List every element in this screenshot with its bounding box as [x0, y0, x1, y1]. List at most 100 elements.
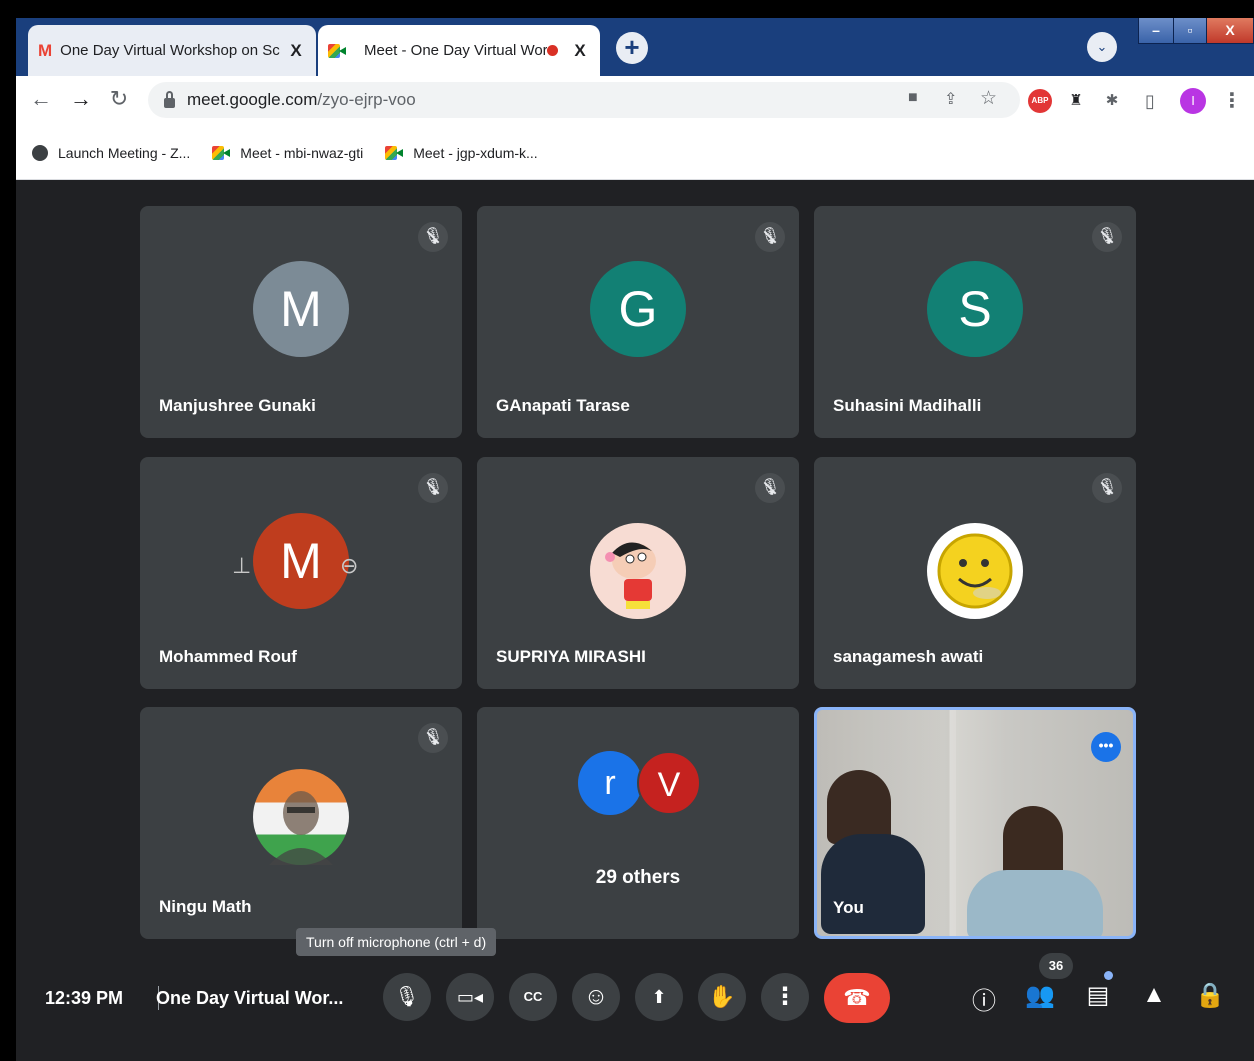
title-bar: M One Day Virtual Workshop on Sc X Meet … — [16, 18, 1254, 76]
avatar: V — [637, 751, 701, 815]
participant-name: Mohammed Rouf — [159, 647, 297, 666]
microphone-button[interactable]: 🎙 — [383, 973, 431, 1021]
tab-close-button[interactable]: X — [286, 41, 306, 61]
avatar — [253, 769, 349, 865]
participant-name: Suhasini Madihalli — [833, 396, 982, 415]
participant-name: sanagamesh awati — [833, 647, 984, 666]
avatar: M — [253, 261, 349, 357]
chat-notification-dot — [1104, 971, 1113, 980]
bookmark-item[interactable]: Launch Meeting - Z... — [32, 144, 190, 161]
mic-off-icon: 🎙 — [1092, 473, 1122, 503]
info-icon[interactable]: ⓘ — [966, 981, 1002, 1016]
avatar: r — [578, 751, 642, 815]
meet-icon — [328, 43, 346, 58]
participant-tile[interactable]: 🎙 SUPRIYA MIRASHI — [477, 457, 799, 689]
address-bar[interactable]: meet.google.com/zyo-ejrp-voo ■ ⇪ ☆ — [148, 82, 1020, 118]
meeting-title: One Day Virtual Wor... — [156, 988, 344, 1008]
video-person — [1003, 806, 1063, 878]
video-person — [827, 770, 891, 844]
present-screen-button[interactable]: ⬆ — [635, 973, 683, 1021]
url-text: meet.google.com/zyo-ejrp-voo — [187, 90, 416, 109]
camera-icon[interactable]: ■ — [908, 89, 918, 107]
participant-tile[interactable]: 🎙 Ningu Math — [140, 707, 462, 939]
tab-meet[interactable]: Meet - One Day Virtual Worl X — [318, 25, 600, 76]
puzzle-icon[interactable]: ✱ — [1100, 89, 1124, 113]
tooltip: Turn off microphone (ctrl + d) — [296, 928, 497, 956]
mic-off-icon: 🎙 — [755, 473, 785, 503]
minimize-button[interactable]: – — [1138, 18, 1174, 44]
profile-photo-icon — [269, 791, 333, 865]
meeting-time: 12:39 PM — [45, 988, 124, 1008]
cartoon-avatar-icon — [605, 542, 656, 609]
gmail-icon: M — [38, 40, 53, 60]
mic-off-icon: 🎙 — [1092, 222, 1122, 252]
captions-button[interactable]: CC — [509, 973, 557, 1021]
self-video-tile[interactable]: ••• You — [814, 707, 1136, 939]
others-count: 29 others — [595, 867, 681, 888]
participant-tile[interactable]: 🎙 M ⊥ ⊖ Mohammed Rouf — [140, 457, 462, 689]
more-options-icon[interactable]: ••• — [1091, 732, 1121, 762]
menu-icon[interactable]: ⋮ — [1222, 88, 1242, 113]
meet-icon — [212, 145, 231, 160]
participant-tile[interactable]: 🎙 sanagamesh awati — [814, 457, 1136, 689]
bookmarks-bar: Launch Meeting - Z... Meet - mbi-nwaz-gt… — [16, 126, 1254, 180]
tab-gmail[interactable]: M One Day Virtual Workshop on Sc X — [28, 25, 316, 76]
participant-count-badge: 36 — [1039, 953, 1073, 979]
participant-tile[interactable]: 🎙 G GAnapati Tarase — [477, 206, 799, 438]
avatar — [927, 523, 1023, 619]
more-options-button[interactable]: ⋮ — [761, 973, 809, 1021]
star-icon[interactable]: ☆ — [980, 87, 997, 110]
avatar: M — [253, 513, 349, 609]
participant-name: Ningu Math — [159, 897, 252, 916]
mic-off-icon: 🎙 — [418, 222, 448, 252]
participant-name: SUPRIYA MIRASHI — [496, 647, 646, 666]
participant-tile[interactable]: 🎙 M Manjushree Gunaki — [140, 206, 462, 438]
participant-tile[interactable]: 🎙 S Suhasini Madihalli — [814, 206, 1136, 438]
host-controls-icon[interactable]: 🔒 — [1192, 981, 1228, 1010]
maximize-button[interactable]: ▫ — [1173, 18, 1207, 44]
others-tile[interactable]: r V 29 others — [477, 707, 799, 939]
smiley-icon — [937, 533, 1013, 609]
side-panel-icon[interactable]: ▯ — [1138, 89, 1162, 113]
tab-title: Meet - One Day Virtual Worl — [364, 42, 547, 59]
meet-icon — [385, 145, 404, 160]
browser-toolbar: ← → ↻ meet.google.com/zyo-ejrp-voo ■ ⇪ ☆… — [16, 76, 1254, 126]
profile-avatar[interactable]: I — [1180, 88, 1206, 114]
pin-icon[interactable]: ⊥ — [232, 553, 251, 579]
avatar — [590, 523, 686, 619]
chat-icon[interactable]: ▤ — [1080, 981, 1116, 1010]
adblock-icon[interactable]: ABP — [1028, 89, 1052, 113]
forward-arrow-icon[interactable]: → — [68, 86, 94, 112]
tab-close-button[interactable]: X — [570, 41, 590, 61]
leave-call-button[interactable]: ☎ — [824, 973, 890, 1023]
mic-off-icon: 🎙 — [755, 222, 785, 252]
avatar: S — [927, 261, 1023, 357]
emoji-button[interactable]: ☺ — [572, 973, 620, 1021]
bookmark-item[interactable]: Meet - mbi-nwaz-gti — [212, 145, 363, 161]
camera-button[interactable]: ▭◂ — [446, 973, 494, 1021]
video-person — [967, 870, 1103, 936]
people-icon[interactable]: 👥 — [1022, 981, 1058, 1010]
reload-icon[interactable]: ↻ — [106, 86, 132, 112]
remove-icon[interactable]: ⊖ — [340, 553, 358, 579]
self-label: You — [833, 898, 864, 917]
tab-search-button[interactable]: ⌄ — [1087, 32, 1117, 62]
window-close-button[interactable]: X — [1206, 18, 1254, 44]
mic-off-icon: 🎙 — [418, 473, 448, 503]
back-arrow-icon[interactable]: ← — [28, 86, 54, 112]
participant-name: Manjushree Gunaki — [159, 396, 316, 415]
share-icon[interactable]: ⇪ — [944, 89, 957, 109]
recording-indicator-icon — [547, 45, 558, 56]
new-tab-button[interactable]: + — [616, 32, 648, 64]
browser-window: M One Day Virtual Workshop on Sc X Meet … — [16, 18, 1254, 1061]
globe-icon — [32, 144, 48, 161]
lock-icon — [164, 90, 175, 108]
activities-icon[interactable]: ▲ — [1136, 981, 1172, 1009]
tab-title: One Day Virtual Workshop on Sc — [60, 42, 280, 59]
bookmark-item[interactable]: Meet - jgp-xdum-k... — [385, 145, 538, 161]
video-person — [821, 834, 925, 934]
mic-off-icon: 🎙 — [418, 723, 448, 753]
avatar: G — [590, 261, 686, 357]
people-extension-icon[interactable]: ♜ — [1064, 89, 1088, 113]
raise-hand-button[interactable]: ✋ — [698, 973, 746, 1021]
